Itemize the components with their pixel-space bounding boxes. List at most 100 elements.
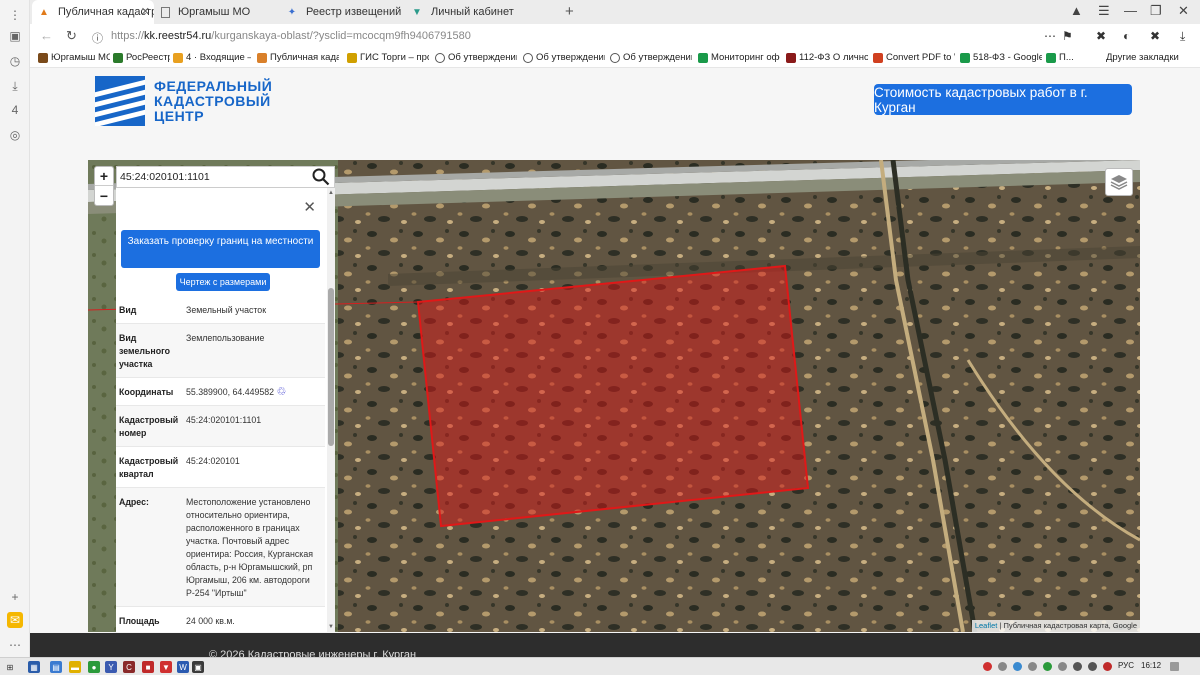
- reload-icon[interactable]: ↻: [66, 28, 77, 44]
- attr-row-cadastral-number: Кадастровый номер 45:24:020101:1101: [116, 406, 325, 447]
- add-panel-icon[interactable]: +: [7, 589, 23, 605]
- attr-value: Землепользование: [186, 333, 265, 343]
- tab-notices-registry[interactable]: ✦ Реестр извещений: [280, 0, 404, 24]
- bookmark-item[interactable]: 112-ФЗ О личном: [786, 52, 868, 63]
- bookmark-item[interactable]: Публичная кадас: [257, 52, 339, 63]
- scroll-down-icon[interactable]: ▼: [328, 624, 334, 630]
- more-icon[interactable]: ⋯: [7, 637, 23, 653]
- tab-list-icon[interactable]: ☰: [1098, 3, 1110, 19]
- tab-personal-cabinet[interactable]: ▼ Личный кабинет: [405, 0, 529, 24]
- antivirus-icon[interactable]: ●: [88, 661, 100, 673]
- tray-icon[interactable]: [983, 662, 992, 671]
- attr-value: 45:24:020101: [186, 456, 240, 466]
- word-icon[interactable]: W: [177, 661, 189, 673]
- tab-yurgamysh[interactable]: Юргамыш МО: [155, 0, 275, 24]
- mail-icon[interactable]: ✉: [7, 612, 23, 628]
- file-manager-icon[interactable]: ▦: [28, 661, 40, 673]
- new-tab-button[interactable]: +: [565, 3, 574, 20]
- yandex-browser-icon[interactable]: ▼: [160, 661, 172, 673]
- logo-line: ФЕДЕРАЛЬНЫЙ: [154, 77, 273, 94]
- extension-icon[interactable]: ✖: [1150, 29, 1160, 43]
- cabinet-icon: ▼: [412, 6, 422, 18]
- site-favicon-icon: [257, 52, 267, 63]
- leaflet-link[interactable]: Leaflet: [975, 621, 998, 630]
- map-view[interactable]: + − ✕ Заказать проверку границ на местно…: [88, 160, 1140, 632]
- downloads-icon[interactable]: ⤓: [7, 78, 23, 94]
- bookmark-item[interactable]: Convert PDF to W: [873, 52, 955, 63]
- terminal-icon[interactable]: ▣: [192, 661, 204, 673]
- mail-icon: [173, 52, 183, 63]
- cadastral-cost-button[interactable]: Стоимость кадастровых работ в г. Курган: [874, 84, 1132, 115]
- folder-icon[interactable]: ▬: [69, 661, 81, 673]
- attr-key: Кадастровый квартал: [119, 456, 179, 479]
- tray-icon[interactable]: [1043, 662, 1052, 671]
- close-icon[interactable]: ✕: [303, 198, 316, 216]
- tab-counter-icon[interactable]: 4: [7, 102, 23, 118]
- site-info-icon[interactable]: ⓘ: [92, 30, 103, 46]
- layers-button[interactable]: [1105, 168, 1133, 196]
- explorer-icon[interactable]: ▤: [50, 661, 62, 673]
- scroll-thumb[interactable]: [328, 288, 334, 446]
- attr-row-cadastral-quarter: Кадастровый квартал 45:24:020101: [116, 447, 325, 488]
- yandex-icon[interactable]: Y: [105, 661, 117, 673]
- close-window-icon[interactable]: ✕: [1178, 3, 1189, 19]
- notifications-icon[interactable]: [1170, 662, 1179, 671]
- zoom-in-button[interactable]: +: [95, 167, 113, 186]
- history-icon[interactable]: ◷: [7, 53, 23, 69]
- scroll-up-icon[interactable]: ▲: [328, 190, 334, 196]
- bookmark-icon[interactable]: ⚑: [1062, 29, 1073, 43]
- collections-icon[interactable]: ▣: [7, 28, 23, 44]
- parcel-info-panel: ✕ Заказать проверку границ на местности …: [116, 188, 335, 632]
- bookmark-item[interactable]: Мониторинг офо: [698, 52, 780, 63]
- site-logo[interactable]: ФЕДЕРАЛЬНЫЙ КАДАСТРОВЫЙ ЦЕНТР: [95, 75, 275, 127]
- search-icon[interactable]: [312, 168, 330, 186]
- bookmark-item[interactable]: Юргамыш МО: [38, 52, 110, 63]
- close-tab-icon[interactable]: ✕: [141, 5, 150, 18]
- tab-public-cadastral[interactable]: ▲ Публичная кадастр ✕: [32, 0, 154, 24]
- page-icon: [161, 6, 170, 18]
- profile-icon[interactable]: ▲: [1070, 3, 1083, 18]
- cadastral-search-input[interactable]: [117, 171, 307, 183]
- app-icon[interactable]: C: [123, 661, 135, 673]
- bookmark-item[interactable]: РосРеестр: [113, 52, 170, 63]
- screenshot-icon[interactable]: ◎: [7, 127, 23, 143]
- locate-on-map-icon[interactable]: ♲: [277, 386, 287, 398]
- bookmark-item[interactable]: 4 · Входящие — Я: [173, 52, 251, 63]
- bookmark-label: Об утверждении: [448, 52, 517, 63]
- volume-icon[interactable]: [1088, 662, 1097, 671]
- zoom-out-button[interactable]: −: [95, 186, 113, 205]
- browser-menu-icon[interactable]: ⋮: [7, 7, 23, 23]
- page-menu-icon[interactable]: ⋯: [1044, 29, 1056, 43]
- minimize-icon[interactable]: —: [1124, 3, 1137, 18]
- parcel-attributes: Вид Земельный участок Вид земельного уча…: [116, 296, 325, 632]
- url-field[interactable]: https://kk.reestr54.ru/kurganskaya-oblas…: [111, 30, 471, 42]
- order-boundary-check-button[interactable]: Заказать проверку границ на местности: [121, 230, 320, 268]
- tray-icon[interactable]: [1103, 662, 1112, 671]
- extension-icon[interactable]: ✖: [1096, 29, 1106, 43]
- tray-icon[interactable]: [1058, 662, 1067, 671]
- panel-scrollbar[interactable]: ▲ ▼: [327, 188, 335, 632]
- attribution-text: | Публичная кадастровая карта, Google: [997, 621, 1137, 630]
- bookmark-item[interactable]: ГИС Торги – прод: [347, 52, 429, 63]
- language-indicator[interactable]: РУС: [1118, 661, 1134, 670]
- back-icon[interactable]: ←: [40, 28, 53, 43]
- law-icon: [786, 52, 796, 63]
- tray-icon[interactable]: [1013, 662, 1022, 671]
- tray-icon[interactable]: [1028, 662, 1037, 671]
- pdf-icon[interactable]: ■: [142, 661, 154, 673]
- parcel-polygon[interactable]: [416, 264, 810, 528]
- bookmark-item[interactable]: 518-ФЗ - Google Т: [960, 52, 1042, 63]
- bookmark-item[interactable]: Об утверждении: [523, 52, 605, 63]
- other-bookmarks[interactable]: Другие закладки: [1106, 52, 1179, 63]
- bookmark-item[interactable]: Об утверждении: [435, 52, 517, 63]
- alice-icon[interactable]: ◐: [1123, 29, 1130, 43]
- network-icon[interactable]: [1073, 662, 1082, 671]
- start-icon[interactable]: ⊞: [4, 661, 16, 673]
- bookmark-item[interactable]: Об утверждении: [610, 52, 692, 63]
- bookmark-item[interactable]: П...: [1046, 52, 1076, 63]
- maximize-icon[interactable]: ❐: [1150, 3, 1162, 19]
- tray-icon[interactable]: [998, 662, 1007, 671]
- drawing-with-dimensions-button[interactable]: Чертеж с размерами: [176, 273, 270, 291]
- downloads-arrow-icon[interactable]: ⤓: [1180, 29, 1185, 44]
- clock[interactable]: 16:12: [1141, 661, 1161, 670]
